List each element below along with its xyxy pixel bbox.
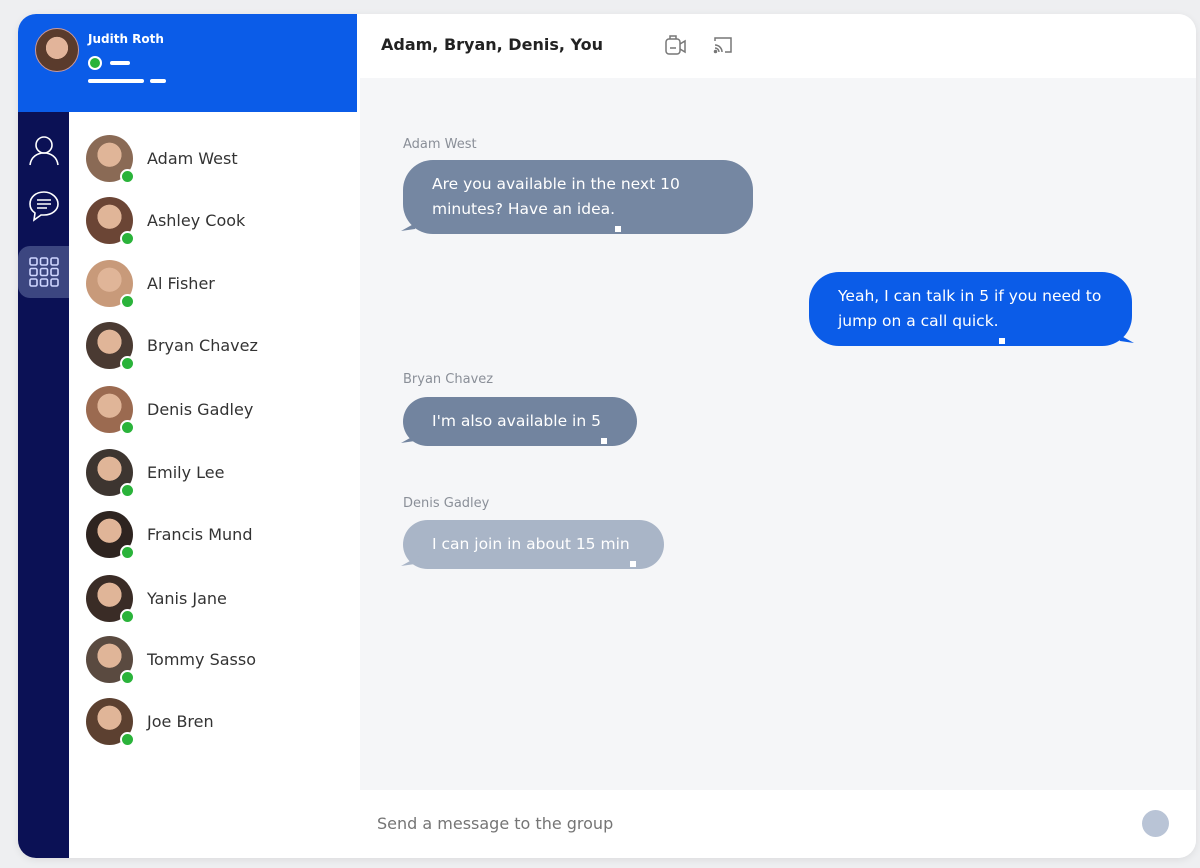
contact-name: Ashley Cook — [147, 210, 246, 230]
incoming-message: Are you available in the next 10 minutes… — [401, 160, 753, 234]
message-sender: Denis Gadley — [403, 496, 490, 511]
status-placeholder — [110, 61, 130, 65]
message-sender: Adam West — [403, 137, 477, 152]
contact-item[interactable]: Joe Bren — [69, 693, 357, 749]
text-placeholder — [150, 79, 166, 83]
online-status-icon — [88, 56, 102, 70]
online-status-icon — [120, 669, 135, 685]
outgoing-message: Yeah, I can talk in 5 if you need to jum… — [809, 272, 1134, 346]
online-status-icon — [120, 482, 135, 498]
contact-item[interactable]: Bryan Chavez — [69, 317, 357, 373]
chat-icon — [29, 191, 59, 222]
contact-avatar — [86, 259, 135, 309]
online-status-icon — [120, 355, 135, 371]
message-composer — [360, 790, 1196, 858]
chat-header: Adam, Bryan, Denis, You — [360, 14, 1196, 78]
nav-apps[interactable] — [18, 246, 69, 298]
contact-name: Bryan Chavez — [147, 335, 258, 355]
contact-avatar — [86, 697, 135, 747]
message-text: Are you available in the next 10 minutes… — [432, 175, 680, 218]
app-window: Judith Roth Adam West Ashley Cook Al Fishe… — [18, 14, 1196, 858]
grid-icon — [28, 257, 59, 287]
send-button[interactable] — [1142, 810, 1169, 837]
online-status-icon — [120, 230, 135, 246]
contact-list: Adam West Ashley Cook Al Fisher Bryan Chave… — [69, 112, 357, 858]
contact-item[interactable]: Denis Gadley — [69, 381, 357, 437]
contact-avatar — [86, 574, 135, 624]
contact-item[interactable]: Al Fisher — [69, 255, 357, 311]
text-placeholder — [88, 79, 144, 83]
contact-name: Adam West — [147, 148, 238, 168]
contact-avatar — [86, 448, 135, 498]
message-text: I'm also available in 5 — [432, 412, 601, 430]
contact-item[interactable]: Francis Mund — [69, 506, 357, 562]
contact-name: Al Fisher — [147, 273, 215, 293]
contact-name: Yanis Jane — [147, 588, 227, 608]
contact-item[interactable]: Tommy Sasso — [69, 631, 357, 687]
user-name: Judith Roth — [88, 32, 164, 46]
contact-avatar — [86, 385, 135, 435]
cast-icon[interactable] — [713, 36, 733, 54]
message-sender: Bryan Chavez — [403, 372, 494, 387]
contact-name: Tommy Sasso — [147, 649, 256, 669]
online-status-icon — [120, 168, 135, 184]
contact-avatar — [86, 196, 135, 246]
message-input[interactable] — [377, 814, 1077, 833]
contact-item[interactable]: Ashley Cook — [69, 192, 357, 248]
incoming-message: I'm also available in 5 — [401, 397, 637, 446]
contact-avatar — [86, 134, 135, 184]
contact-name: Francis Mund — [147, 524, 253, 544]
contact-avatar — [86, 635, 135, 685]
online-status-icon — [120, 608, 135, 624]
contact-item[interactable]: Yanis Jane — [69, 570, 357, 626]
contact-name: Denis Gadley — [147, 399, 254, 419]
contact-avatar — [86, 510, 135, 560]
chat-panel: Adam, Bryan, Denis, You Adam West Are you… — [360, 14, 1196, 858]
online-status-icon — [120, 544, 135, 560]
profile-header: Judith Roth — [18, 14, 357, 112]
contact-name: Joe Bren — [147, 711, 214, 731]
online-status-icon — [120, 731, 135, 747]
user-avatar[interactable] — [35, 28, 79, 72]
contact-item[interactable]: Adam West — [69, 130, 357, 186]
nav-rail — [18, 112, 69, 858]
message-text: I can join in about 15 min — [432, 535, 630, 553]
video-call-icon[interactable] — [664, 34, 688, 56]
nav-contacts[interactable] — [26, 130, 62, 170]
message-text: Yeah, I can talk in 5 if you need to jum… — [838, 287, 1102, 330]
online-status-icon — [120, 419, 135, 435]
online-status-icon — [120, 293, 135, 309]
user-icon — [29, 136, 59, 166]
nav-chats[interactable] — [26, 186, 62, 226]
contact-name: Emily Lee — [147, 462, 225, 482]
incoming-message: I can join in about 15 min — [401, 520, 664, 569]
contact-avatar — [86, 321, 135, 371]
contact-item[interactable]: Emily Lee — [69, 444, 357, 500]
chat-title: Adam, Bryan, Denis, You — [381, 35, 603, 54]
